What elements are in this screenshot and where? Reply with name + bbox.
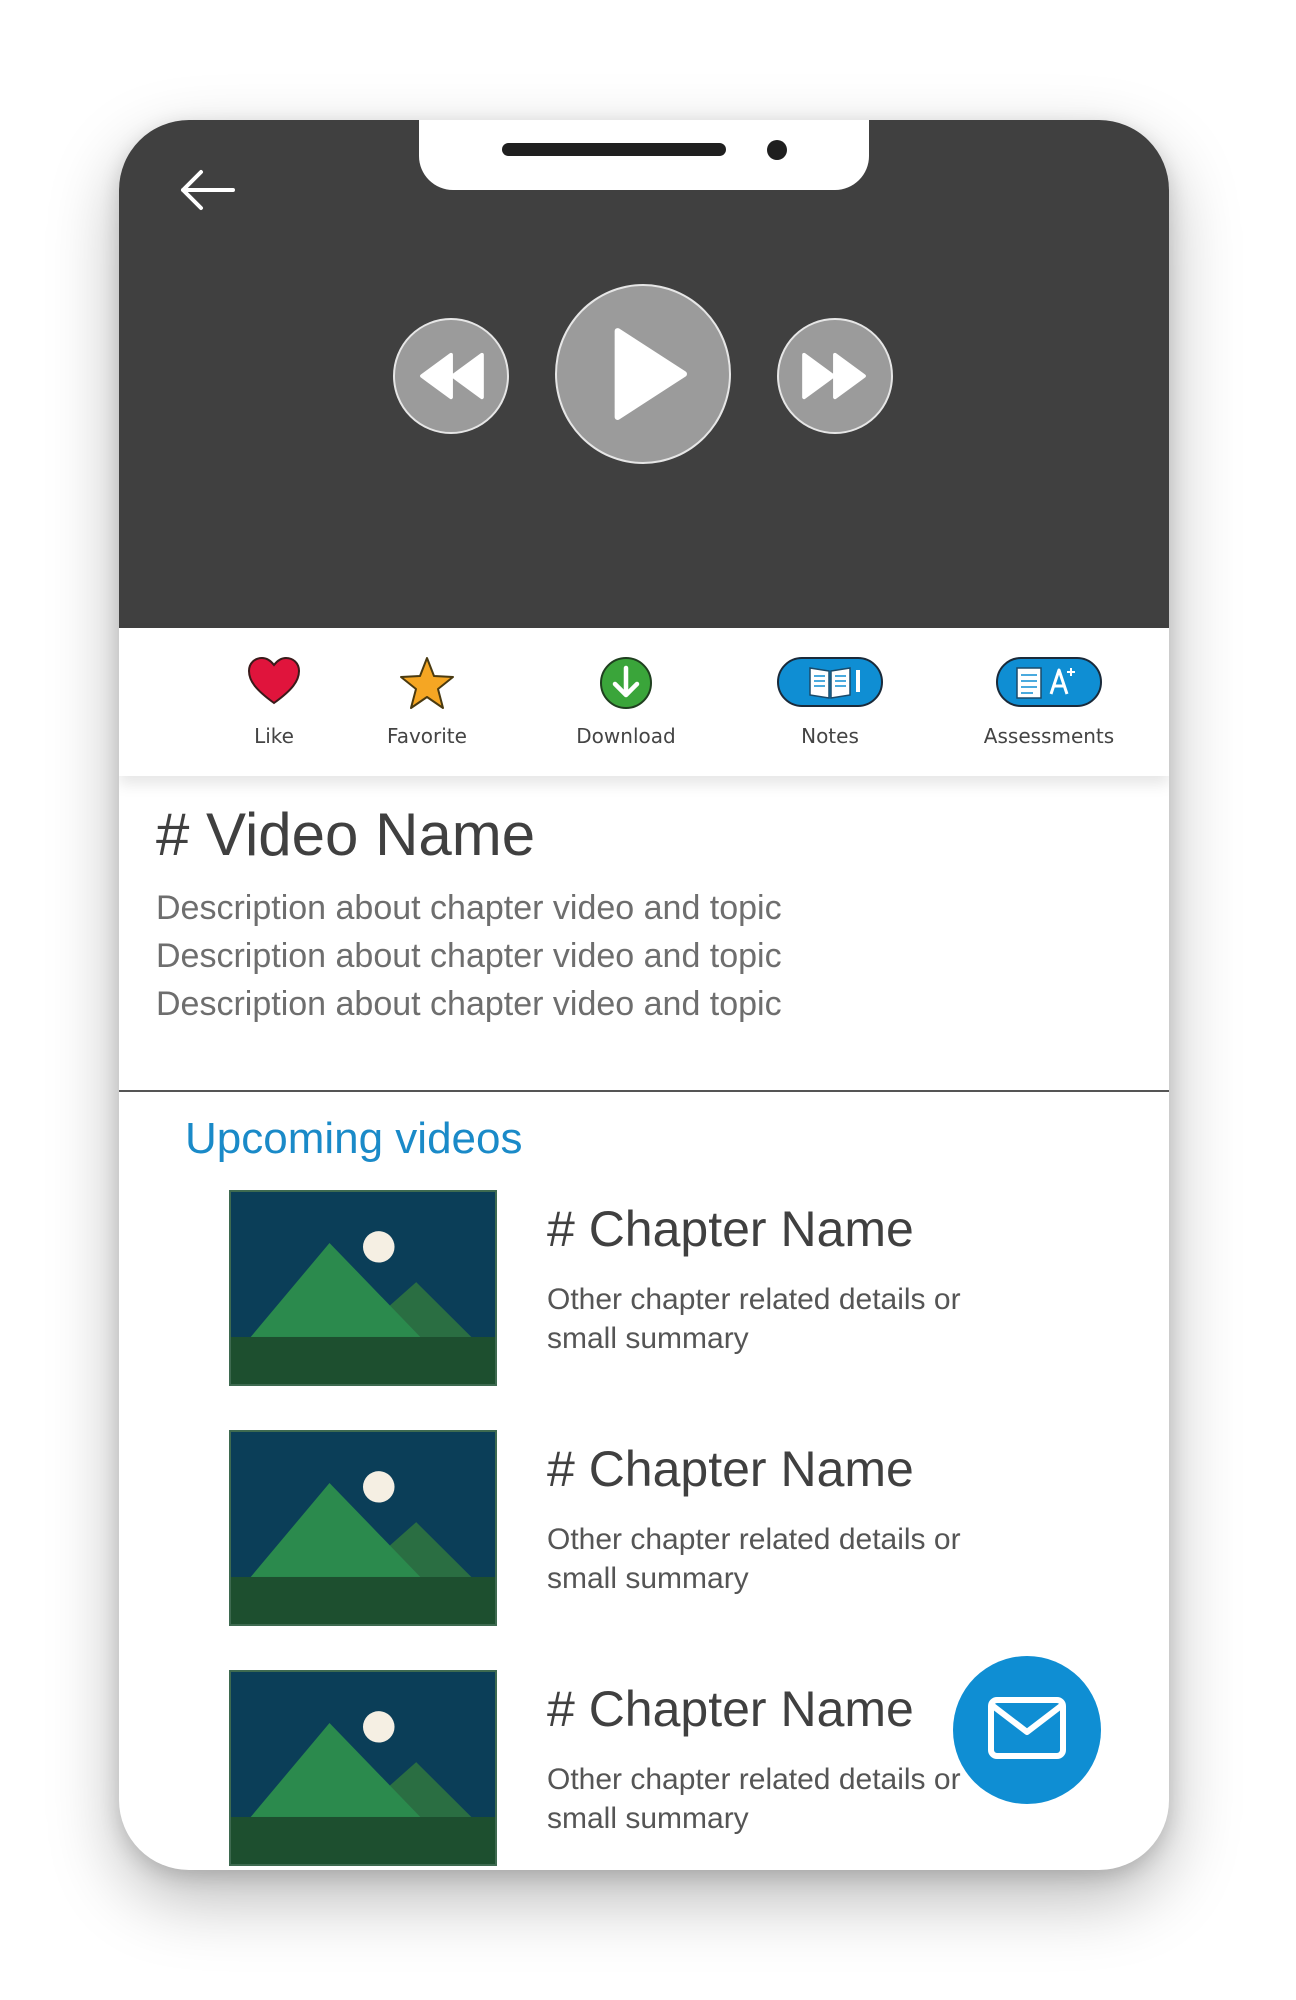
download-button[interactable]: Download bbox=[546, 648, 706, 758]
chapter-summary: Other chapter related details or small s… bbox=[547, 1283, 961, 1355]
section-divider bbox=[119, 1090, 1169, 1092]
favorite-button[interactable]: Favorite bbox=[347, 648, 507, 758]
notes-label: Notes bbox=[801, 724, 859, 748]
play-icon bbox=[614, 328, 687, 420]
assessment-grade-icon bbox=[996, 657, 1102, 707]
upcoming-heading: Upcoming videos bbox=[185, 1114, 523, 1163]
notes-book-icon bbox=[777, 657, 883, 707]
heart-icon bbox=[247, 656, 301, 705]
rewind-button[interactable] bbox=[393, 318, 509, 434]
download-label: Download bbox=[576, 724, 676, 748]
like-button[interactable]: Like bbox=[194, 648, 354, 758]
chapter-summary: Other chapter related details or small s… bbox=[547, 1523, 961, 1595]
back-button[interactable] bbox=[177, 160, 237, 220]
play-button[interactable] bbox=[555, 284, 731, 464]
action-bar: Like Favorite Download Notes Assessments bbox=[119, 628, 1169, 776]
rewind-icon bbox=[420, 352, 484, 400]
image-placeholder-icon bbox=[231, 1432, 495, 1624]
assessments-button[interactable]: Assessments bbox=[949, 648, 1149, 758]
chapter-title: # Chapter Name bbox=[547, 1201, 914, 1257]
notes-button[interactable]: Notes bbox=[750, 648, 910, 758]
assessments-label: Assessments bbox=[983, 724, 1115, 748]
video-description: Description about chapter video and topi… bbox=[156, 889, 782, 1023]
phone-notch bbox=[419, 120, 869, 190]
chapter-thumbnail[interactable] bbox=[229, 1190, 497, 1386]
chapter-title: # Chapter Name bbox=[547, 1441, 914, 1497]
list-item[interactable]: # Chapter Name Other chapter related det… bbox=[229, 1430, 1089, 1630]
video-title: # Video Name bbox=[156, 801, 536, 868]
download-icon bbox=[600, 657, 652, 709]
mail-fab-button[interactable] bbox=[953, 1656, 1101, 1804]
star-icon bbox=[400, 657, 454, 709]
chapter-thumbnail[interactable] bbox=[229, 1670, 497, 1866]
image-placeholder-icon bbox=[231, 1672, 495, 1864]
chapter-title: # Chapter Name bbox=[547, 1681, 914, 1737]
phone-frame: Like Favorite Download Notes Assessments… bbox=[119, 120, 1169, 1870]
front-camera bbox=[767, 140, 787, 160]
mail-icon bbox=[988, 1697, 1066, 1759]
favorite-label: Favorite bbox=[387, 724, 467, 748]
fast-forward-icon bbox=[802, 352, 866, 400]
speaker-grille bbox=[502, 143, 726, 156]
chapter-summary: Other chapter related details or small s… bbox=[547, 1763, 961, 1835]
fast-forward-button[interactable] bbox=[777, 318, 893, 434]
video-player[interactable] bbox=[119, 120, 1169, 628]
arrow-left-icon bbox=[181, 170, 235, 210]
image-placeholder-icon bbox=[231, 1192, 495, 1384]
like-label: Like bbox=[254, 724, 294, 748]
list-item[interactable]: # Chapter Name Other chapter related det… bbox=[229, 1190, 1089, 1390]
chapter-thumbnail[interactable] bbox=[229, 1430, 497, 1626]
